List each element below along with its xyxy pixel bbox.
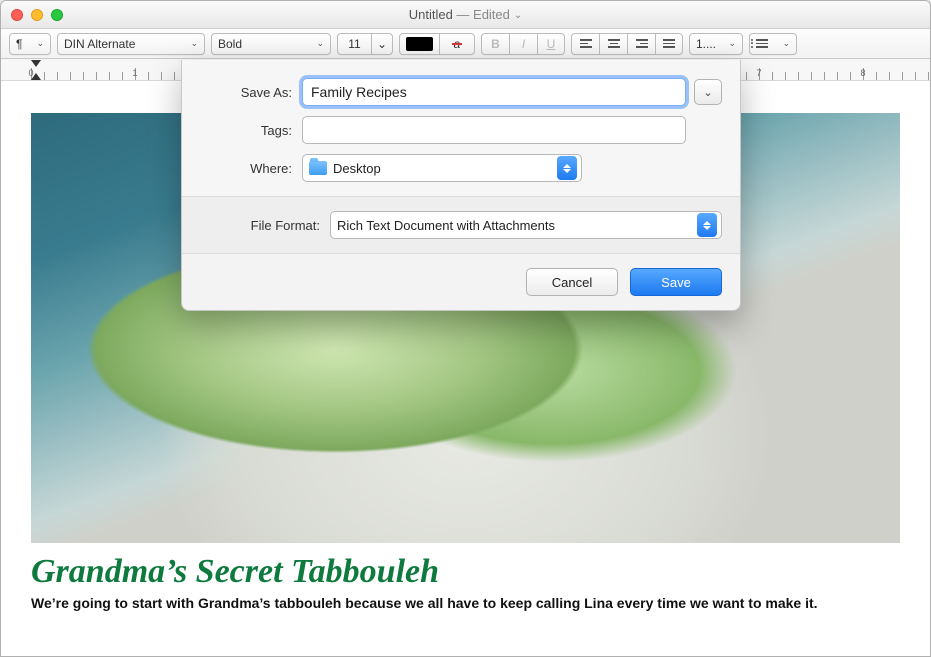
- cancel-button[interactable]: Cancel: [526, 268, 618, 296]
- save-as-label: Save As:: [200, 85, 292, 100]
- document-heading[interactable]: Grandma’s Secret Tabbouleh: [31, 553, 900, 591]
- folder-icon: [309, 161, 327, 175]
- chevron-down-icon: ⌄: [316, 38, 324, 49]
- align-justify-icon: [663, 39, 675, 48]
- paragraph-symbol: ¶: [16, 37, 22, 51]
- save-as-input[interactable]: [302, 78, 686, 106]
- chevron-down-icon: ⌄: [377, 37, 387, 51]
- file-format-label: File Format:: [200, 218, 320, 233]
- line-spacing-select[interactable]: 1.... ⌄: [689, 33, 743, 55]
- strike-sample-icon: a: [454, 37, 461, 51]
- italic-button[interactable]: I: [509, 33, 537, 55]
- tags-input[interactable]: [302, 116, 686, 144]
- color-group: a: [399, 33, 475, 55]
- font-weight-select[interactable]: Bold ⌄: [211, 33, 331, 55]
- font-size-field[interactable]: 11: [337, 33, 371, 55]
- titlebar: Untitled — Edited ⌄: [1, 1, 930, 29]
- font-size-stepper[interactable]: ⌄: [371, 33, 393, 55]
- first-line-indent-marker[interactable]: [31, 60, 41, 67]
- title-dropdown-icon: ⌄: [514, 10, 522, 21]
- ruler-number: 8: [860, 68, 865, 78]
- align-left-icon: [580, 39, 592, 48]
- underline-button[interactable]: U: [537, 33, 565, 55]
- font-size-group: 11 ⌄: [337, 33, 393, 55]
- where-label: Where:: [200, 161, 292, 176]
- document-body-text[interactable]: We’re going to start with Grandma’s tabb…: [31, 595, 900, 611]
- underline-label: U: [547, 37, 556, 51]
- save-button-label: Save: [661, 275, 691, 290]
- list-icon: [756, 39, 768, 48]
- ruler-number: 7: [756, 68, 761, 78]
- format-toolbar: ¶ ⌄ DIN Alternate ⌄ Bold ⌄ 11 ⌄ a: [1, 29, 930, 59]
- chevron-down-icon: ⌄: [728, 38, 736, 49]
- ruler-number: 1: [132, 68, 137, 78]
- document-edited-suffix: — Edited: [453, 7, 510, 22]
- where-value: Desktop: [333, 161, 381, 176]
- font-family-select[interactable]: DIN Alternate ⌄: [57, 33, 205, 55]
- highlight-color-button[interactable]: a: [439, 33, 475, 55]
- align-right-button[interactable]: [627, 33, 655, 55]
- text-color-button[interactable]: [399, 33, 439, 55]
- align-center-button[interactable]: [599, 33, 627, 55]
- popup-arrows-icon: [697, 213, 717, 237]
- align-justify-button[interactable]: [655, 33, 683, 55]
- where-select[interactable]: Desktop: [302, 154, 582, 182]
- font-size-value: 11: [348, 37, 360, 51]
- list-style-select[interactable]: ⌄: [749, 33, 797, 55]
- paragraph-style-select[interactable]: ¶ ⌄: [9, 33, 51, 55]
- chevron-down-icon: ⌄: [190, 38, 198, 49]
- line-spacing-value: 1....: [696, 37, 716, 51]
- popup-arrows-icon: [557, 156, 577, 180]
- align-left-button[interactable]: [571, 33, 599, 55]
- chevron-down-icon: ⌄: [36, 38, 44, 49]
- tags-label: Tags:: [200, 123, 292, 138]
- italic-label: I: [522, 37, 525, 51]
- style-group: B I U: [481, 33, 565, 55]
- color-swatch-icon: [406, 37, 433, 51]
- expand-dialog-button[interactable]: ⌄: [694, 79, 722, 105]
- align-center-icon: [608, 39, 620, 48]
- align-right-icon: [636, 39, 648, 48]
- document-title-text: Untitled: [409, 7, 453, 22]
- left-indent-marker[interactable]: [31, 73, 41, 80]
- cancel-button-label: Cancel: [552, 275, 592, 290]
- font-weight-value: Bold: [218, 37, 242, 51]
- window-title[interactable]: Untitled — Edited ⌄: [1, 7, 930, 22]
- save-button[interactable]: Save: [630, 268, 722, 296]
- bold-button[interactable]: B: [481, 33, 509, 55]
- bold-label: B: [491, 37, 500, 51]
- save-dialog: Save As: ⌄ Tags: Where: Desktop File Fo: [181, 60, 741, 311]
- chevron-down-icon: ⌄: [782, 38, 790, 49]
- chevron-down-icon: ⌄: [703, 86, 712, 99]
- textedit-window: Untitled — Edited ⌄ ¶ ⌄ DIN Alternate ⌄ B…: [0, 0, 931, 657]
- alignment-group: [571, 33, 683, 55]
- file-format-select[interactable]: Rich Text Document with Attachments: [330, 211, 722, 239]
- font-family-value: DIN Alternate: [64, 37, 135, 51]
- file-format-value: Rich Text Document with Attachments: [337, 218, 555, 233]
